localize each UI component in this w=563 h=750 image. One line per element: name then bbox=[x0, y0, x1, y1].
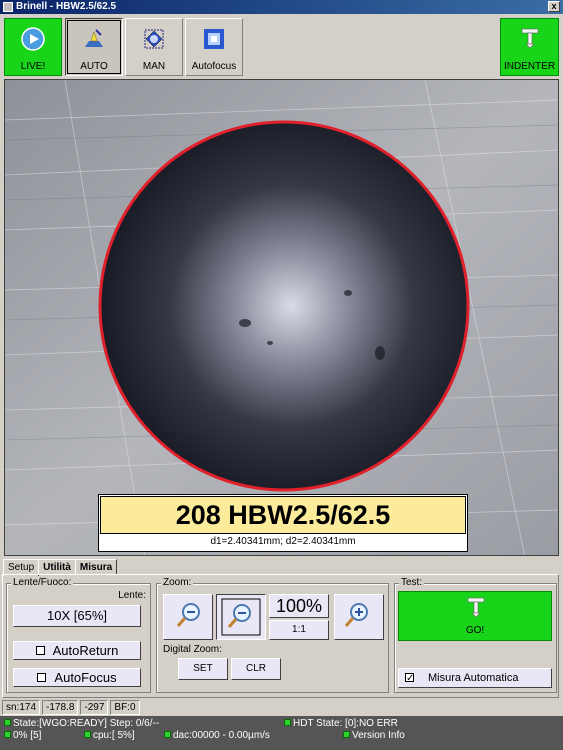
version-indicator bbox=[343, 730, 350, 738]
auto-label: AUTO bbox=[80, 61, 108, 72]
serial-number: sn:174 bbox=[2, 700, 41, 715]
digital-zoom-set-button[interactable]: SET bbox=[178, 658, 228, 680]
play-icon bbox=[21, 27, 45, 54]
autoreturn-checkbox[interactable] bbox=[35, 646, 45, 656]
indenter-go-icon bbox=[467, 597, 485, 618]
zoom-fit-icon bbox=[221, 598, 261, 636]
dac-indicator bbox=[164, 730, 171, 738]
lens-focus-title: Lente/Fuoco: bbox=[11, 577, 74, 588]
autofocus-icon bbox=[202, 27, 226, 54]
cpu-indicator bbox=[84, 730, 91, 738]
autofocus-toggle-label: AutoFocus bbox=[54, 670, 117, 685]
app-icon bbox=[3, 2, 13, 12]
live-button[interactable]: LIVE! bbox=[4, 18, 62, 76]
position-status-bar: sn:174 -178.8 -297 BF:0 bbox=[2, 700, 142, 715]
cpu-text: cpu:[ 5%] bbox=[93, 730, 135, 741]
test-title: Test: bbox=[399, 577, 425, 588]
y-position: -297 bbox=[80, 700, 109, 715]
test-group: Test: GO! Misura Automatica bbox=[394, 577, 557, 693]
version-info[interactable]: Version Info bbox=[343, 731, 405, 741]
zoom-in-icon bbox=[344, 603, 368, 627]
state-bar: State:[WGO:READY] Step: 0/6/-- HDT State… bbox=[0, 716, 563, 750]
state-ok-indicator bbox=[4, 718, 11, 726]
indenter-icon bbox=[519, 27, 541, 52]
lens-select-button[interactable]: 10X [65%] bbox=[13, 605, 141, 627]
progress-text: 0% [5] bbox=[13, 730, 42, 741]
x-position: -178.8 bbox=[42, 700, 79, 715]
tab-misura[interactable]: Misura bbox=[74, 559, 118, 575]
autofocus-label: Autofocus bbox=[191, 61, 237, 72]
tab-utilita[interactable]: Utilità bbox=[38, 559, 76, 575]
zoom-one-to-one-button[interactable]: 1:1 bbox=[269, 620, 329, 640]
indenter-label: INDENTER bbox=[503, 61, 556, 72]
hardness-value: 208 HBW2.5/62.5 bbox=[100, 496, 466, 534]
autoreturn-label: AutoReturn bbox=[52, 643, 119, 658]
live-label: LIVE! bbox=[20, 61, 46, 72]
digital-zoom-label: Digital Zoom: bbox=[163, 644, 222, 655]
go-button[interactable]: GO! bbox=[398, 591, 552, 641]
hdt-ok-indicator bbox=[284, 718, 291, 726]
diagonals-value: d1=2.40341mm; d2=2.40341mm bbox=[210, 536, 356, 547]
manual-measure-icon bbox=[142, 27, 166, 54]
camera-view[interactable]: 208 HBW2.5/62.5 d1=2.40341mm; d2=2.40341… bbox=[4, 79, 559, 556]
machine-state: State:[WGO:READY] Step: 0/6/-- bbox=[4, 719, 159, 729]
auto-button[interactable]: AUTO bbox=[65, 18, 123, 76]
close-button[interactable]: x bbox=[548, 1, 560, 12]
lens-focus-group: Lente/Fuoco: Lente: 10X [65%] AutoReturn… bbox=[6, 577, 151, 693]
zoom-out-icon bbox=[176, 603, 200, 627]
autofocus-button[interactable]: Autofocus bbox=[185, 18, 243, 76]
man-button[interactable]: MAN bbox=[125, 18, 183, 76]
indentation-image bbox=[5, 80, 558, 555]
setup-panel: Lente/Fuoco: Lente: 10X [65%] AutoReturn… bbox=[2, 574, 559, 698]
autofocus-toggle[interactable]: AutoFocus bbox=[13, 668, 141, 687]
auto-measure-checkbox[interactable] bbox=[405, 670, 414, 688]
man-label: MAN bbox=[142, 61, 166, 72]
digital-zoom-clr-button[interactable]: CLR bbox=[231, 658, 281, 680]
application-window: Brinell - HBW2.5/62.5 x LIVE! AUTO MAN A… bbox=[0, 0, 563, 750]
go-label: GO! bbox=[465, 625, 485, 636]
title-bar: Brinell - HBW2.5/62.5 x bbox=[0, 0, 563, 14]
zoom-out-button[interactable] bbox=[163, 594, 213, 640]
autofocus-checkbox[interactable] bbox=[37, 673, 47, 683]
indenter-button[interactable]: INDENTER bbox=[500, 18, 559, 76]
toolbar: LIVE! AUTO MAN Autofocus INDENTER bbox=[0, 14, 563, 78]
window-title: Brinell - HBW2.5/62.5 bbox=[16, 1, 117, 12]
lens-caption: Lente: bbox=[118, 590, 146, 601]
zoom-fit-button[interactable] bbox=[216, 594, 266, 640]
zoom-level-display: 100% bbox=[269, 594, 329, 618]
machine-state-text: State:[WGO:READY] Step: 0/6/-- bbox=[13, 718, 160, 729]
cpu-status: cpu:[ 5%] bbox=[84, 731, 135, 741]
auto-measure-toggle[interactable]: Misura Automatica bbox=[398, 668, 552, 688]
tab-strip: Setup Utilità Misura bbox=[3, 559, 118, 576]
dac-status: dac:00000 - 0.00µm/s bbox=[164, 731, 270, 741]
dac-text: dac:00000 - 0.00µm/s bbox=[173, 730, 270, 741]
autoreturn-toggle[interactable]: AutoReturn bbox=[13, 641, 141, 660]
version-text[interactable]: Version Info bbox=[352, 730, 405, 741]
zoom-title: Zoom: bbox=[161, 577, 194, 588]
auto-measure-label: Misura Automatica bbox=[428, 672, 519, 684]
hdt-state: HDT State: [0]:NO ERR bbox=[284, 719, 398, 729]
zoom-in-button[interactable] bbox=[334, 594, 384, 640]
zoom-group: Zoom: 100% 1:1 Digital Zoom: SET CLR bbox=[156, 577, 389, 693]
bf-value: BF:0 bbox=[110, 700, 140, 715]
hdt-state-text: HDT State: [0]:NO ERR bbox=[293, 718, 398, 729]
progress-indicator bbox=[4, 730, 11, 738]
hardness-result-box: 208 HBW2.5/62.5 d1=2.40341mm; d2=2.40341… bbox=[98, 494, 468, 552]
auto-measure-icon bbox=[81, 27, 107, 54]
progress-status: 0% [5] bbox=[4, 731, 41, 741]
